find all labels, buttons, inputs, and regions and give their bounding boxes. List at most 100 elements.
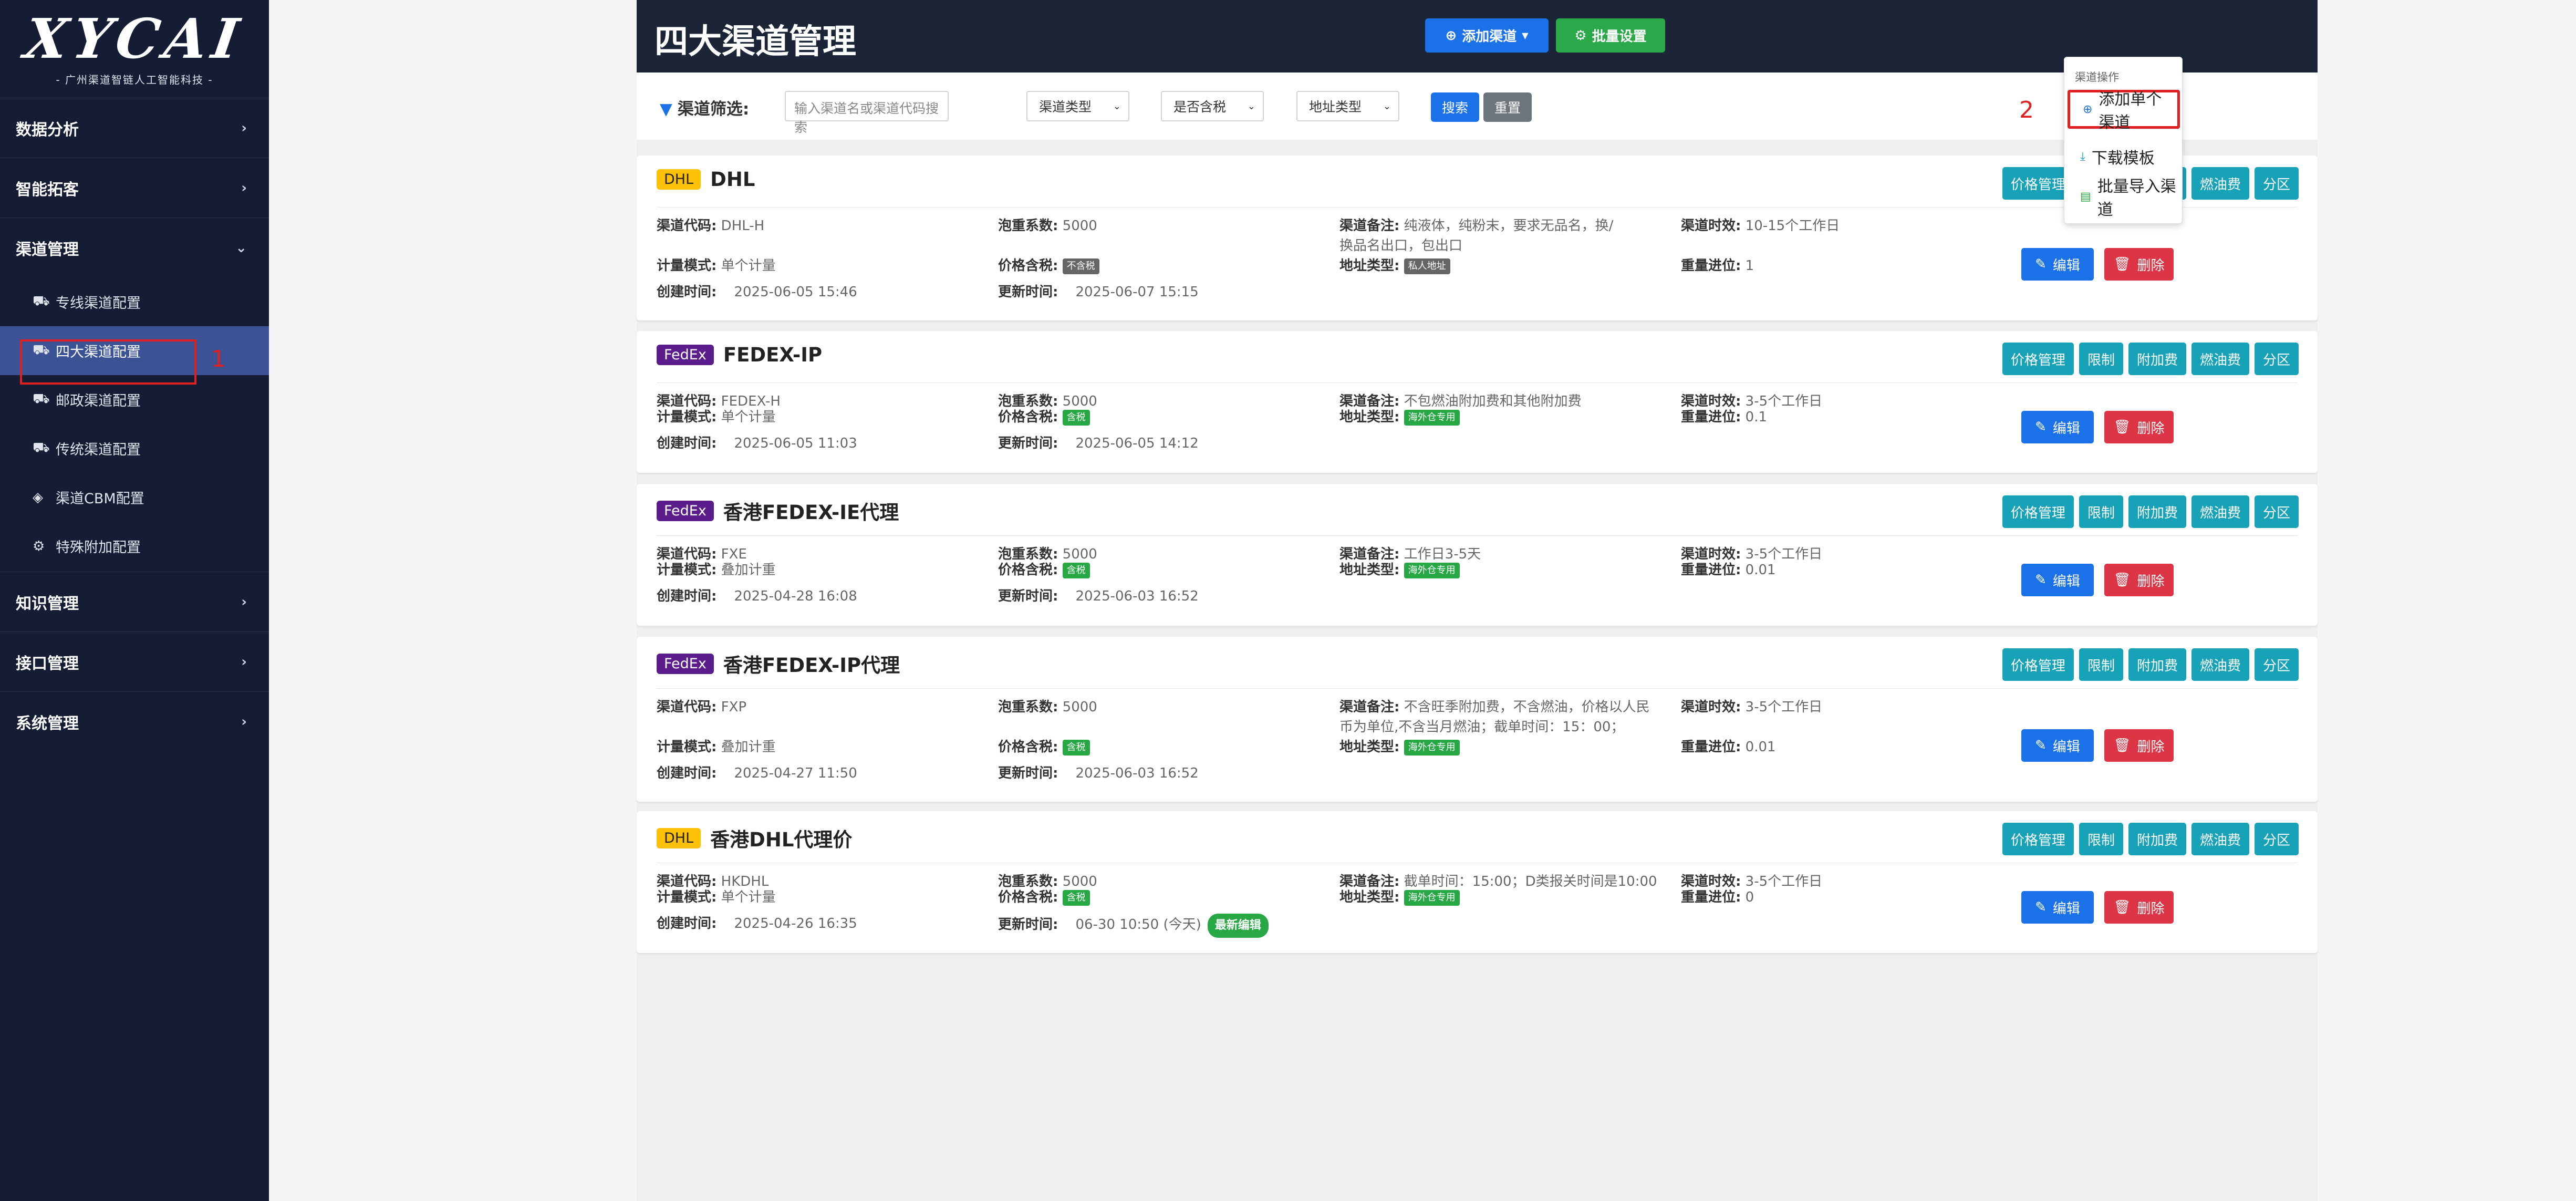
zone-button[interactable]: 分区 — [2254, 823, 2299, 855]
sidebar-item-cbm[interactable]: ◈ 渠道CBM配置 — [0, 473, 269, 522]
gear-icon: ⚙ — [33, 538, 45, 554]
chevron-down-icon: ⌄ — [1113, 100, 1121, 112]
address-type-select[interactable]: 地址类型 ⌄ — [1296, 91, 1399, 121]
menu-group-label: 知识管理 — [16, 594, 79, 613]
chevron-right-icon: › — [241, 594, 247, 610]
channel-card: FedEx 香港FEDEX-IP代理 价格管理 限制 附加费 燃油费 分区 渠道代码: FXP… — [637, 637, 2318, 802]
menu-item-label: 下载模板 — [2091, 149, 2155, 168]
delete-button[interactable]: 🗑 删除 — [2104, 248, 2174, 281]
divider — [657, 382, 2298, 383]
channel-type-select[interactable]: 渠道类型 ⌄ — [1026, 91, 1129, 121]
restriction-button[interactable]: 限制 — [2079, 823, 2123, 855]
zone-button[interactable]: 分区 — [2254, 495, 2299, 528]
field-label: 地址类型: — [1339, 889, 1400, 905]
address-badge: 海外仓专用 — [1404, 409, 1460, 426]
field-value: 单个计量 — [721, 889, 776, 905]
fuel-fee-button[interactable]: 燃油费 — [2191, 648, 2249, 681]
address-field: 地址类型: 私人地址 — [1339, 256, 1450, 276]
fuel-fee-button[interactable]: 燃油费 — [2191, 823, 2249, 855]
surcharge-button[interactable]: 附加费 — [2128, 648, 2186, 681]
field-value: 10-15个工作日 — [1745, 218, 1840, 234]
search-input[interactable]: 输入渠道名或渠道代码搜索 — [785, 91, 949, 135]
field-label: 价格含税: — [998, 258, 1058, 274]
field-value: 不含旺季附加费，不含燃油，价格以人民 — [1404, 699, 1650, 715]
created-field: 创建时间: 2025-04-28 16:08 — [657, 586, 857, 606]
batch-import-item[interactable]: ▤ 批量导入渠道 — [2068, 177, 2180, 219]
field-label: 计量模式: — [657, 258, 717, 274]
edit-icon: ✎ — [2035, 419, 2047, 435]
sidebar-item-traditional[interactable]: ⛟ 传统渠道配置 — [0, 424, 269, 473]
menu-group-system[interactable]: 系统管理 › — [0, 691, 269, 751]
add-channel-button[interactable]: ⊕ 添加渠道 ▼ — [1425, 18, 1549, 53]
restriction-button[interactable]: 限制 — [2079, 343, 2123, 375]
zone-button[interactable]: 分区 — [2254, 167, 2299, 200]
page-title: 四大渠道管理 — [655, 23, 856, 61]
field-label: 创建时间: — [657, 916, 717, 931]
updated-field: 更新时间: 06-30 10:50 (今天) 最新编辑 — [998, 914, 1269, 938]
sidebar-item-label: 专线渠道配置 — [56, 295, 141, 312]
delete-button[interactable]: 🗑 删除 — [2104, 729, 2174, 762]
chevron-right-icon: › — [241, 654, 247, 670]
edit-button[interactable]: ✎ 编辑 — [2021, 564, 2094, 596]
delete-button[interactable]: 🗑 删除 — [2104, 891, 2174, 924]
surcharge-button[interactable]: 附加费 — [2128, 343, 2186, 375]
channel-name: 香港FEDEX-IE代理 — [723, 501, 899, 524]
menu-group-knowledge[interactable]: 知识管理 › — [0, 572, 269, 631]
field-value: 0.1 — [1745, 409, 1768, 425]
sidebar-item-special-surcharge[interactable]: ⚙ 特殊附加配置 — [0, 522, 269, 571]
annotation-box-1 — [20, 339, 196, 385]
edit-button[interactable]: ✎ 编辑 — [2021, 248, 2094, 281]
surcharge-button[interactable]: 附加费 — [2128, 823, 2186, 855]
field-label: 价格含税: — [998, 889, 1058, 905]
restriction-button[interactable]: 限制 — [2079, 495, 2123, 528]
price-management-button[interactable]: 价格管理 — [2002, 495, 2074, 528]
field-label: 渠道备注: — [1339, 699, 1400, 715]
batch-settings-button[interactable]: ⚙ 批量设置 — [1556, 18, 1665, 53]
edit-button[interactable]: ✎ 编辑 — [2021, 891, 2094, 924]
search-button[interactable]: 搜索 — [1431, 92, 1479, 122]
delete-button[interactable]: 🗑 删除 — [2104, 564, 2174, 596]
zone-button[interactable]: 分区 — [2254, 648, 2299, 681]
caret-down-icon: ▼ — [1522, 30, 1529, 40]
price-management-button[interactable]: 价格管理 — [2002, 167, 2074, 200]
channel-name: FEDEX-IP — [723, 344, 823, 366]
menu-group-smart-prospecting[interactable]: 智能拓客 › — [0, 158, 269, 218]
edit-button[interactable]: ✎ 编辑 — [2021, 411, 2094, 443]
field-label: 重量进位: — [1681, 562, 1741, 578]
fuel-fee-button[interactable]: 燃油费 — [2191, 343, 2249, 375]
created-field: 创建时间: 2025-06-05 11:03 — [657, 433, 857, 453]
tax-select[interactable]: 是否含税 ⌄ — [1161, 91, 1264, 121]
field-label: 地址类型: — [1339, 258, 1400, 274]
menu-group-channel-management[interactable]: 渠道管理 ⌄ — [0, 218, 269, 277]
field-value: 3-5个工作日 — [1745, 874, 1823, 889]
price-management-button[interactable]: 价格管理 — [2002, 343, 2074, 375]
surcharge-button[interactable]: 附加费 — [2128, 495, 2186, 528]
edit-button[interactable]: ✎ 编辑 — [2021, 729, 2094, 762]
field-label: 渠道时效: — [1681, 218, 1741, 234]
restriction-button[interactable]: 限制 — [2079, 648, 2123, 681]
field-label: 更新时间: — [998, 588, 1058, 604]
price-management-button[interactable]: 价格管理 — [2002, 648, 2074, 681]
address-badge: 海外仓专用 — [1404, 889, 1460, 906]
add-single-channel-item[interactable]: ⊕ 添加单个渠道 — [2068, 90, 2180, 132]
address-badge: 私人地址 — [1404, 258, 1450, 274]
field-value: 币为单位,不含当月燃油；截单时间：15：00； — [1339, 719, 1625, 735]
field-label: 泡重系数: — [998, 218, 1058, 234]
download-template-item[interactable]: ⤓ 下载模板 — [2068, 137, 2180, 176]
field-label: 重量进位: — [1681, 409, 1741, 425]
menu-group-data-analysis[interactable]: 数据分析 › — [0, 98, 269, 158]
reset-button[interactable]: 重置 — [1483, 92, 1532, 122]
divider — [657, 207, 2298, 208]
carry-field: 重量进位: 0.01 — [1681, 560, 1776, 580]
trash-icon: 🗑 — [2113, 572, 2131, 588]
fuel-fee-button[interactable]: 燃油费 — [2191, 495, 2249, 528]
zone-button[interactable]: 分区 — [2254, 343, 2299, 375]
chevron-down-icon: ⌄ — [235, 240, 247, 256]
sidebar-item-dedicated-line[interactable]: ⛟ 专线渠道配置 — [0, 277, 269, 326]
updated-field: 更新时间: 2025-06-03 16:52 — [998, 763, 1199, 783]
menu-group-api[interactable]: 接口管理 › — [0, 631, 269, 691]
fuel-fee-button[interactable]: 燃油费 — [2191, 167, 2249, 200]
edit-icon: ✎ — [2035, 572, 2047, 588]
delete-button[interactable]: 🗑 删除 — [2104, 411, 2174, 443]
price-management-button[interactable]: 价格管理 — [2002, 823, 2074, 855]
